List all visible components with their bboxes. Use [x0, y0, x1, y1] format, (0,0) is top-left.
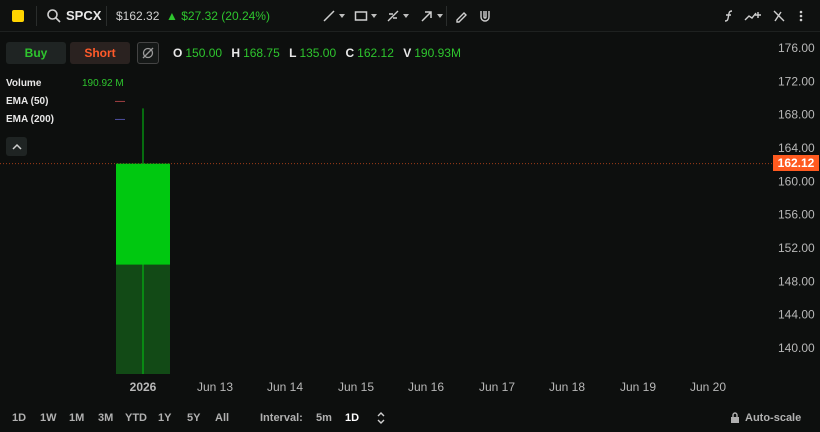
brand-logo-icon[interactable] — [12, 10, 24, 22]
range-button-1d[interactable]: 1D — [12, 412, 26, 424]
chevron-down-icon[interactable] — [339, 14, 345, 18]
symbol-label[interactable]: SPCX — [66, 8, 101, 23]
rectangle-tool-icon — [354, 11, 368, 21]
arrow-tool-icon — [421, 11, 432, 22]
magnet-tool[interactable] — [478, 7, 492, 25]
divider — [106, 6, 107, 26]
time-tick-label: Jun 18 — [549, 380, 585, 394]
price-tick-label: 140.00 — [778, 341, 815, 355]
time-tick-label: Jun 14 — [267, 380, 303, 394]
divider — [446, 6, 447, 26]
interval-sort-icon[interactable] — [377, 412, 385, 424]
hide-drawings-icon — [773, 10, 785, 22]
range-button-1y[interactable]: 1Y — [158, 412, 171, 424]
lock-icon[interactable] — [730, 412, 740, 424]
time-tick-label: Jun 13 — [197, 380, 233, 394]
price-axis[interactable]: 176.00 172.00 168.00 164.00 160.00 156.00 152.… — [778, 41, 815, 355]
candle-body[interactable] — [116, 163, 170, 265]
price-tick-label: 164.00 — [778, 141, 815, 155]
more-options-button[interactable] — [798, 7, 804, 25]
time-tick-label: 2026 — [130, 380, 157, 394]
trend-line-tool[interactable] — [322, 7, 345, 25]
auto-scale-toggle[interactable]: Auto-scale — [745, 412, 801, 424]
range-button-ytd[interactable]: YTD — [125, 412, 147, 424]
compare-chart-icon — [744, 12, 761, 21]
chevron-down-icon[interactable] — [371, 14, 377, 18]
range-button-3m[interactable]: 3M — [98, 412, 113, 424]
interval-option-5m[interactable]: 5m — [316, 412, 332, 424]
more-vertical-icon — [799, 10, 803, 22]
price-tick-label: 168.00 — [778, 108, 815, 122]
hide-drawings-button[interactable] — [772, 7, 786, 25]
interval-option-1d[interactable]: 1D — [345, 412, 359, 424]
last-price-tag: 162.12 — [773, 155, 819, 171]
divider — [36, 6, 37, 26]
candles-layer — [116, 108, 170, 374]
eraser-tool[interactable] — [454, 7, 468, 25]
price-tick-label: 176.00 — [778, 41, 815, 55]
time-tick-label: Jun 15 — [338, 380, 374, 394]
time-tick-label: Jun 20 — [690, 380, 726, 394]
interval-label: Interval: — [260, 412, 303, 424]
time-axis[interactable]: 2026 Jun 13 Jun 14 Jun 15 Jun 16 Jun 17 Jun 18… — [130, 380, 727, 394]
fibonacci-tool[interactable] — [386, 7, 409, 25]
time-tick-label: Jun 16 — [408, 380, 444, 394]
top-toolbar: SPCX $162.32 ▲ $27.32 (20.24%) — [0, 0, 820, 32]
range-button-all[interactable]: All — [215, 412, 229, 424]
function-icon — [724, 10, 733, 22]
price-tick-label: 152.00 — [778, 241, 815, 255]
pencil-icon — [456, 12, 467, 23]
fib-tool-icon — [387, 10, 399, 22]
price-tick-label: 172.00 — [778, 74, 815, 88]
line-tool-icon — [323, 10, 335, 22]
time-tick-label: Jun 17 — [479, 380, 515, 394]
up-triangle-icon: ▲ — [166, 9, 178, 23]
price-tick-label: 156.00 — [778, 208, 815, 222]
compare-button[interactable] — [744, 7, 762, 25]
magnet-icon — [480, 11, 490, 22]
price-change: ▲ $27.32 (20.24%) — [166, 9, 270, 23]
search-icon[interactable] — [46, 8, 62, 24]
current-price: $162.32 — [116, 9, 160, 23]
price-change-value: $27.32 (20.24%) — [181, 9, 270, 23]
price-tick-label: 148.00 — [778, 274, 815, 288]
price-tick-label: 144.00 — [778, 308, 815, 322]
time-tick-label: Jun 19 — [620, 380, 656, 394]
range-button-5y[interactable]: 5Y — [187, 412, 200, 424]
chevron-down-icon[interactable] — [403, 14, 409, 18]
shape-tool[interactable] — [354, 7, 377, 25]
bottom-toolbar: 1D 1W 1M 3M YTD 1Y 5Y All Interval: 5m 1D Auto-… — [0, 404, 820, 432]
range-button-1w[interactable]: 1W — [40, 412, 57, 424]
chevron-down-icon[interactable] — [437, 14, 443, 18]
arrow-tool[interactable] — [420, 7, 443, 25]
indicators-button[interactable] — [722, 7, 736, 25]
price-chart[interactable]: 176.00 172.00 168.00 164.00 160.00 156.00 152.… — [0, 32, 820, 404]
price-tick-label: 160.00 — [778, 174, 815, 188]
range-button-1m[interactable]: 1M — [69, 412, 84, 424]
